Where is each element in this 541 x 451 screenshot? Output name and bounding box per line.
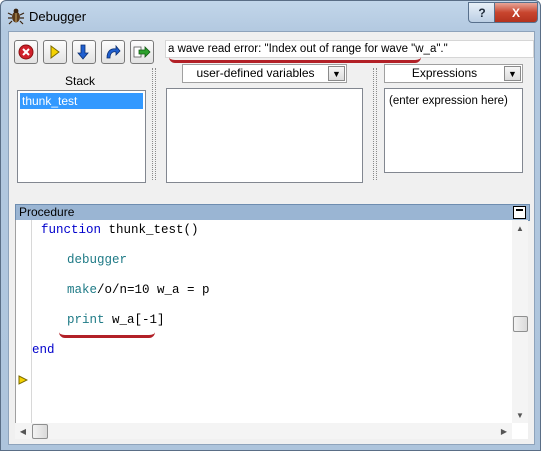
code-keyword: function (41, 223, 102, 237)
red-underline-annotation (59, 329, 155, 338)
code-gutter (16, 220, 32, 423)
step-out-button[interactable] (130, 40, 154, 64)
chevron-down-icon: ▼ (504, 66, 521, 81)
vertical-scrollbar[interactable]: ▲ ▼ (512, 220, 528, 423)
procedure-code-editor[interactable]: function thunk_test() debugger make/o/n=… (15, 220, 513, 423)
procedure-title: Procedure (19, 205, 75, 219)
expressions-dropdown-value: Expressions (411, 66, 478, 80)
title-bar[interactable]: Debugger ? X (1, 1, 540, 31)
code-line: make/o/n=10 w_a = p (67, 283, 210, 297)
step-over-icon (106, 44, 121, 59)
step-over-button[interactable] (101, 40, 125, 64)
splitter-grip[interactable] (373, 68, 377, 180)
window-title: Debugger (29, 9, 87, 24)
execution-pointer-icon (18, 375, 28, 385)
scrollbar-corner (512, 423, 528, 439)
minimize-pane-button[interactable] (513, 206, 526, 219)
debugger-client-area: a wave read error: "Index out of range f… (8, 31, 535, 445)
help-button[interactable]: ? (468, 2, 496, 23)
scroll-up-icon[interactable]: ▲ (512, 220, 528, 236)
variables-listbox[interactable] (166, 88, 363, 183)
code-keyword: debugger (67, 253, 128, 267)
code-line: print w_a[-1] (67, 313, 165, 327)
variables-dropdown[interactable]: user-defined variables ▼ (182, 64, 347, 83)
chevron-down-icon: ▼ (328, 66, 345, 81)
stack-label: Stack (65, 74, 96, 88)
step-out-icon (133, 46, 151, 58)
horizontal-scrollbar[interactable]: ◀ ▶ (15, 423, 512, 439)
code-text: thunk_test() (101, 223, 199, 237)
step-into-button[interactable] (72, 40, 96, 64)
close-icon: X (511, 5, 520, 20)
bug-app-icon (7, 8, 25, 25)
code-keyword: end (32, 343, 55, 357)
stack-listbox[interactable]: thunk_test (17, 90, 146, 183)
stop-icon (18, 44, 34, 60)
code-line: function thunk_test() (41, 223, 199, 237)
scroll-left-icon[interactable]: ◀ (15, 423, 31, 439)
step-into-icon (77, 44, 89, 60)
code-keyword: print (67, 313, 105, 327)
help-button-label: ? (478, 5, 486, 20)
variables-dropdown-value: user-defined variables (196, 66, 315, 80)
expression-placeholder[interactable]: (enter expression here) (389, 95, 508, 107)
procedure-header: Procedure (15, 204, 530, 221)
code-line: end (32, 343, 55, 357)
go-arrow-icon (50, 45, 60, 59)
scroll-thumb[interactable] (513, 316, 528, 332)
code-text: w_a[-1] (104, 313, 165, 327)
go-button[interactable] (43, 40, 67, 64)
expressions-listbox[interactable]: (enter expression here) (384, 88, 523, 173)
scroll-thumb[interactable] (32, 424, 48, 439)
expressions-dropdown[interactable]: Expressions ▼ (384, 64, 523, 83)
stack-item-thunk-test[interactable]: thunk_test (20, 93, 143, 109)
splitter-grip[interactable] (152, 68, 156, 180)
code-keyword: make (67, 283, 98, 297)
stop-button[interactable] (14, 40, 38, 64)
code-line: debugger (67, 253, 127, 267)
debugger-window: Debugger ? X a wave read error: "Index o… (0, 0, 541, 451)
code-text: /o/n=10 w_a = p (97, 283, 210, 297)
scroll-right-icon[interactable]: ▶ (496, 423, 512, 439)
red-underline-annotation (169, 48, 421, 63)
scroll-down-icon[interactable]: ▼ (512, 407, 528, 423)
close-button[interactable]: X (494, 2, 538, 23)
